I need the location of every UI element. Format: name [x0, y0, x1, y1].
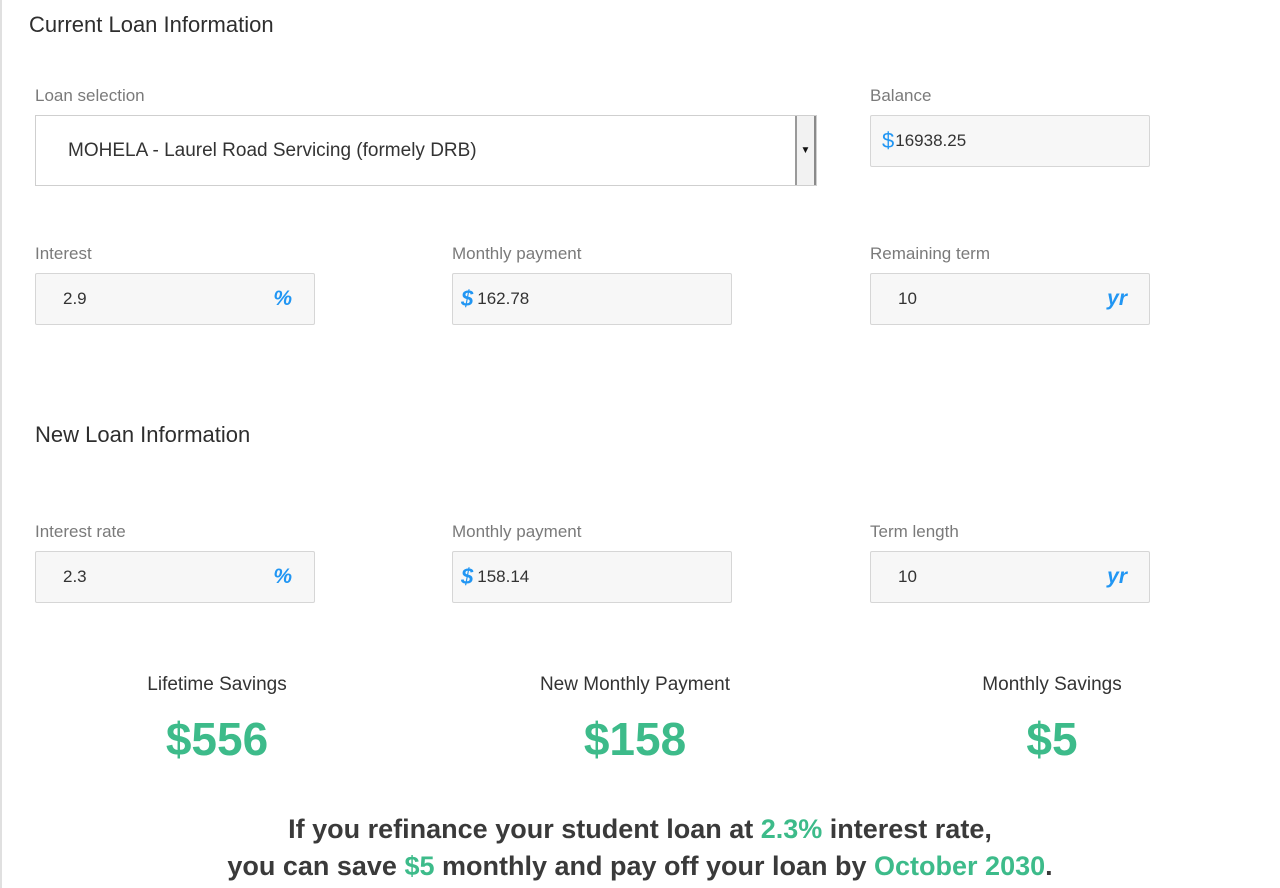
interest-rate-value: 2.3 — [63, 567, 87, 586]
monthly-payment-input[interactable]: $ 162.78 — [452, 273, 732, 325]
refinance-message: If you refinance your student loan at 2.… — [0, 811, 1280, 885]
new-monthly-payment-summary-label: New Monthly Payment — [539, 674, 731, 695]
interest-input[interactable]: 2.9 % — [35, 273, 315, 325]
loan-selection-select[interactable]: MOHELA - Laurel Road Servicing (formely … — [35, 115, 817, 186]
percent-icon: % — [273, 565, 292, 588]
years-icon: yr — [1107, 565, 1127, 588]
message-text: interest rate, — [822, 814, 992, 844]
balance-label: Balance — [870, 86, 932, 105]
new-monthly-payment-label: Monthly payment — [452, 522, 582, 541]
remaining-term-label: Remaining term — [870, 244, 990, 263]
dollar-icon: $ — [882, 128, 895, 153]
balance-value: 16938.25 — [895, 131, 967, 150]
interest-rate-input[interactable]: 2.3 % — [35, 551, 315, 603]
percent-icon: % — [273, 287, 292, 310]
term-length-input[interactable]: 10 yr — [870, 551, 1150, 603]
remaining-term-input[interactable]: 10 yr — [870, 273, 1150, 325]
new-monthly-payment-input[interactable]: $ 158.14 — [452, 551, 732, 603]
dropdown-arrow-icon[interactable]: ▼ — [795, 116, 816, 185]
message-savings: $5 — [404, 851, 435, 881]
message-line-1: If you refinance your student loan at 2.… — [0, 811, 1280, 848]
message-line-2: you can save $5 monthly and pay off your… — [0, 848, 1280, 885]
interest-rate-label: Interest rate — [35, 522, 126, 541]
message-text: monthly and pay off your loan by — [434, 851, 875, 881]
message-payoff-date: October 2030 — [874, 851, 1046, 881]
monthly-savings-value: $5 — [1026, 713, 1078, 765]
monthly-payment-value: 162.78 — [477, 289, 530, 308]
remaining-term-value: 10 — [898, 289, 917, 308]
current-loan-title: Current Loan Information — [29, 12, 274, 37]
new-monthly-payment-value: 158.14 — [477, 567, 530, 586]
new-monthly-payment-summary-value: $158 — [583, 713, 687, 765]
lifetime-savings-value: $556 — [165, 713, 269, 765]
message-text: you can save — [227, 851, 405, 881]
message-text: If you refinance your student loan at — [288, 814, 761, 844]
monthly-payment-label: Monthly payment — [452, 244, 582, 263]
left-border — [0, 0, 2, 888]
message-rate: 2.3% — [760, 814, 823, 844]
monthly-savings-label: Monthly Savings — [982, 674, 1122, 695]
new-loan-title: New Loan Information — [35, 422, 251, 447]
term-length-value: 10 — [898, 567, 917, 586]
interest-label: Interest — [35, 244, 92, 263]
term-length-label: Term length — [870, 522, 959, 541]
balance-input[interactable]: $ 16938.25 — [870, 115, 1150, 167]
loan-selection-label: Loan selection — [35, 86, 145, 105]
lifetime-savings-label: Lifetime Savings — [147, 674, 287, 695]
dollar-icon: $ — [461, 286, 474, 311]
dollar-icon: $ — [461, 564, 474, 589]
loan-selection-value: MOHELA - Laurel Road Servicing (formely … — [68, 139, 477, 161]
message-text: . — [1045, 851, 1053, 881]
interest-value: 2.9 — [63, 289, 87, 308]
years-icon: yr — [1107, 287, 1127, 310]
